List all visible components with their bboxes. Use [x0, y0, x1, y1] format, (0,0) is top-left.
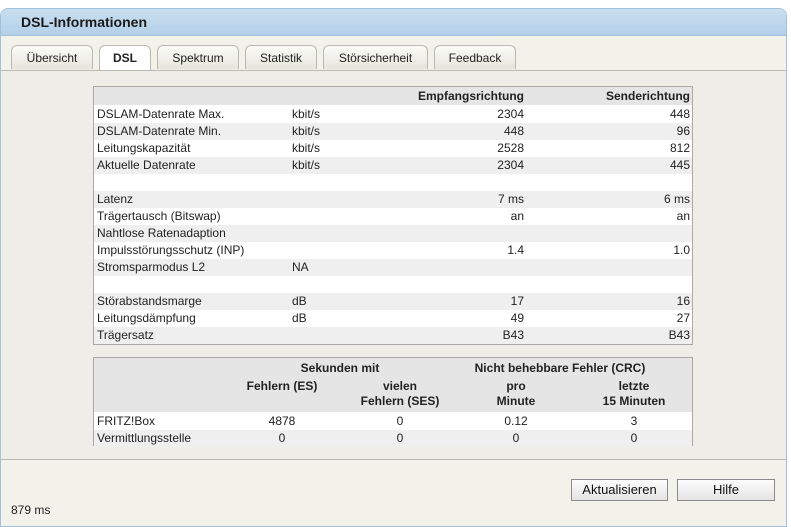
tab-statistik[interactable]: Statistik: [245, 45, 317, 69]
error-table: Sekunden mit Nicht behebbare Fehler (CRC…: [93, 357, 693, 447]
downstream-value: 49: [510, 311, 524, 325]
row-label: Impulsstörungsschutz (INP): [97, 243, 245, 257]
table-row: Leitungsdämpfung dB 49 27: [94, 310, 692, 327]
es-value: 4878: [268, 414, 296, 428]
upstream-value: 16: [676, 294, 690, 308]
upstream-value: 445: [669, 158, 690, 172]
help-button[interactable]: Hilfe: [677, 479, 775, 501]
row-label: FRITZ!Box: [97, 414, 156, 428]
table-row: Trägertausch (Bitswap) an an: [94, 208, 692, 225]
downstream-value: 17: [510, 294, 524, 308]
header-ses-line1: vielen: [382, 379, 418, 393]
header-15min-line2: 15 Minuten: [602, 394, 666, 408]
table-row: Leitungskapazität kbit/s 2528 812: [94, 140, 692, 157]
row-label: Leitungskapazität: [97, 141, 191, 155]
refresh-button[interactable]: Aktualisieren: [571, 479, 668, 501]
row-unit: kbit/s: [292, 158, 321, 172]
row-unit: dB: [292, 294, 307, 308]
header-per-minute-line1: pro: [506, 379, 526, 393]
downstream-value: B43: [502, 328, 524, 342]
per-minute-value: 0.12: [504, 414, 528, 428]
header-downstream: Empfangsrichtung: [417, 89, 524, 103]
per-minute-value: 0: [512, 431, 520, 445]
table-row: [94, 276, 692, 293]
es-value: 0: [278, 431, 286, 445]
tab-feedback[interactable]: Feedback: [434, 45, 516, 69]
row-label: Nahtlose Ratenadaption: [97, 226, 226, 240]
table-row: [94, 174, 692, 191]
upstream-value: B43: [668, 328, 690, 342]
header-ses-line2: Fehlern (SES): [360, 394, 440, 408]
table-row: Störabstandsmarge dB 17 16: [94, 293, 692, 310]
tab-content: Empfangsrichtung Senderichtung DSLAM-Dat…: [1, 70, 786, 459]
table-row: Aktuelle Datenrate kbit/s 2304 445: [94, 157, 692, 174]
downstream-value: 2528: [497, 141, 524, 155]
upstream-value: an: [676, 209, 690, 223]
header-seconds-with: Sekunden mit: [300, 361, 380, 375]
table-row: FRITZ!Box 4878 0 0.12 3: [94, 413, 692, 430]
footer-divider: [1, 459, 786, 460]
row-label: DSLAM-Datenrate Max.: [97, 107, 225, 121]
ses-value: 0: [396, 431, 404, 445]
panel-titlebar: DSL-Informationen: [1, 9, 786, 36]
row-label: Latenz: [97, 192, 134, 206]
tab-uebersicht[interactable]: Übersicht: [11, 45, 93, 69]
panel-title: DSL-Informationen: [21, 14, 147, 30]
row-label: Aktuelle Datenrate: [97, 158, 196, 172]
header-upstream: Senderichtung: [605, 89, 690, 103]
downstream-value: 2304: [497, 158, 524, 172]
header-es: Fehlern (ES): [246, 379, 318, 393]
row-label: Trägersatz: [97, 328, 154, 342]
downstream-value: 448: [503, 124, 524, 138]
ses-value: 0: [396, 414, 404, 428]
row-unit: NA: [292, 260, 309, 274]
row-unit: kbit/s: [292, 141, 321, 155]
table-row: Nahtlose Ratenadaption: [94, 225, 692, 242]
table-row: DSLAM-Datenrate Min. kbit/s 448 96: [94, 123, 692, 140]
downstream-value: 2304: [497, 107, 524, 121]
row-label: Stromsparmodus L2: [97, 260, 206, 274]
row-label: DSLAM-Datenrate Min.: [97, 124, 222, 138]
row-unit: kbit/s: [292, 107, 321, 121]
upstream-value: 96: [676, 124, 690, 138]
downstream-value: 7 ms: [497, 192, 524, 206]
table-row: Vermittlungsstelle 0 0 0 0: [94, 430, 692, 447]
table-header: Empfangsrichtung Senderichtung: [94, 87, 692, 105]
last-15min-value: 3: [630, 414, 638, 428]
dsl-data-table: Empfangsrichtung Senderichtung DSLAM-Dat…: [93, 86, 693, 345]
row-label: Trägertausch (Bitswap): [97, 209, 221, 223]
dsl-info-panel: DSL-Informationen Übersicht DSL Spektrum…: [0, 8, 787, 527]
row-label: Leitungsdämpfung: [97, 311, 196, 325]
upstream-value: 1.0: [673, 243, 690, 257]
tab-spektrum[interactable]: Spektrum: [157, 45, 239, 69]
tab-dsl[interactable]: DSL: [99, 45, 151, 71]
upstream-value: 448: [669, 107, 690, 121]
row-unit: dB: [292, 311, 307, 325]
row-label: Störabstandsmarge: [97, 294, 202, 308]
table-row: Impulsstörungsschutz (INP) 1.4 1.0: [94, 242, 692, 259]
header-crc-errors: Nicht behebbare Fehler (CRC): [474, 361, 646, 375]
header-per-minute-line2: Minute: [496, 394, 536, 408]
last-15min-value: 0: [630, 431, 638, 445]
downstream-value: 1.4: [507, 243, 524, 257]
table-row: Trägersatz B43 B43: [94, 327, 692, 344]
load-time-status: 879 ms: [11, 503, 51, 517]
upstream-value: 812: [669, 141, 690, 155]
table-row: Latenz 7 ms 6 ms: [94, 191, 692, 208]
error-table-header: Sekunden mit Nicht behebbare Fehler (CRC…: [94, 358, 692, 412]
upstream-value: 27: [676, 311, 690, 325]
upstream-value: 6 ms: [663, 192, 690, 206]
row-unit: kbit/s: [292, 124, 321, 138]
header-15min-line1: letzte: [618, 379, 650, 393]
tab-stoersicherheit[interactable]: Störsicherheit: [323, 45, 428, 69]
table-row: Stromsparmodus L2 NA: [94, 259, 692, 276]
row-label: Vermittlungsstelle: [97, 431, 192, 445]
table-row: DSLAM-Datenrate Max. kbit/s 2304 448: [94, 106, 692, 123]
downstream-value: an: [510, 209, 524, 223]
